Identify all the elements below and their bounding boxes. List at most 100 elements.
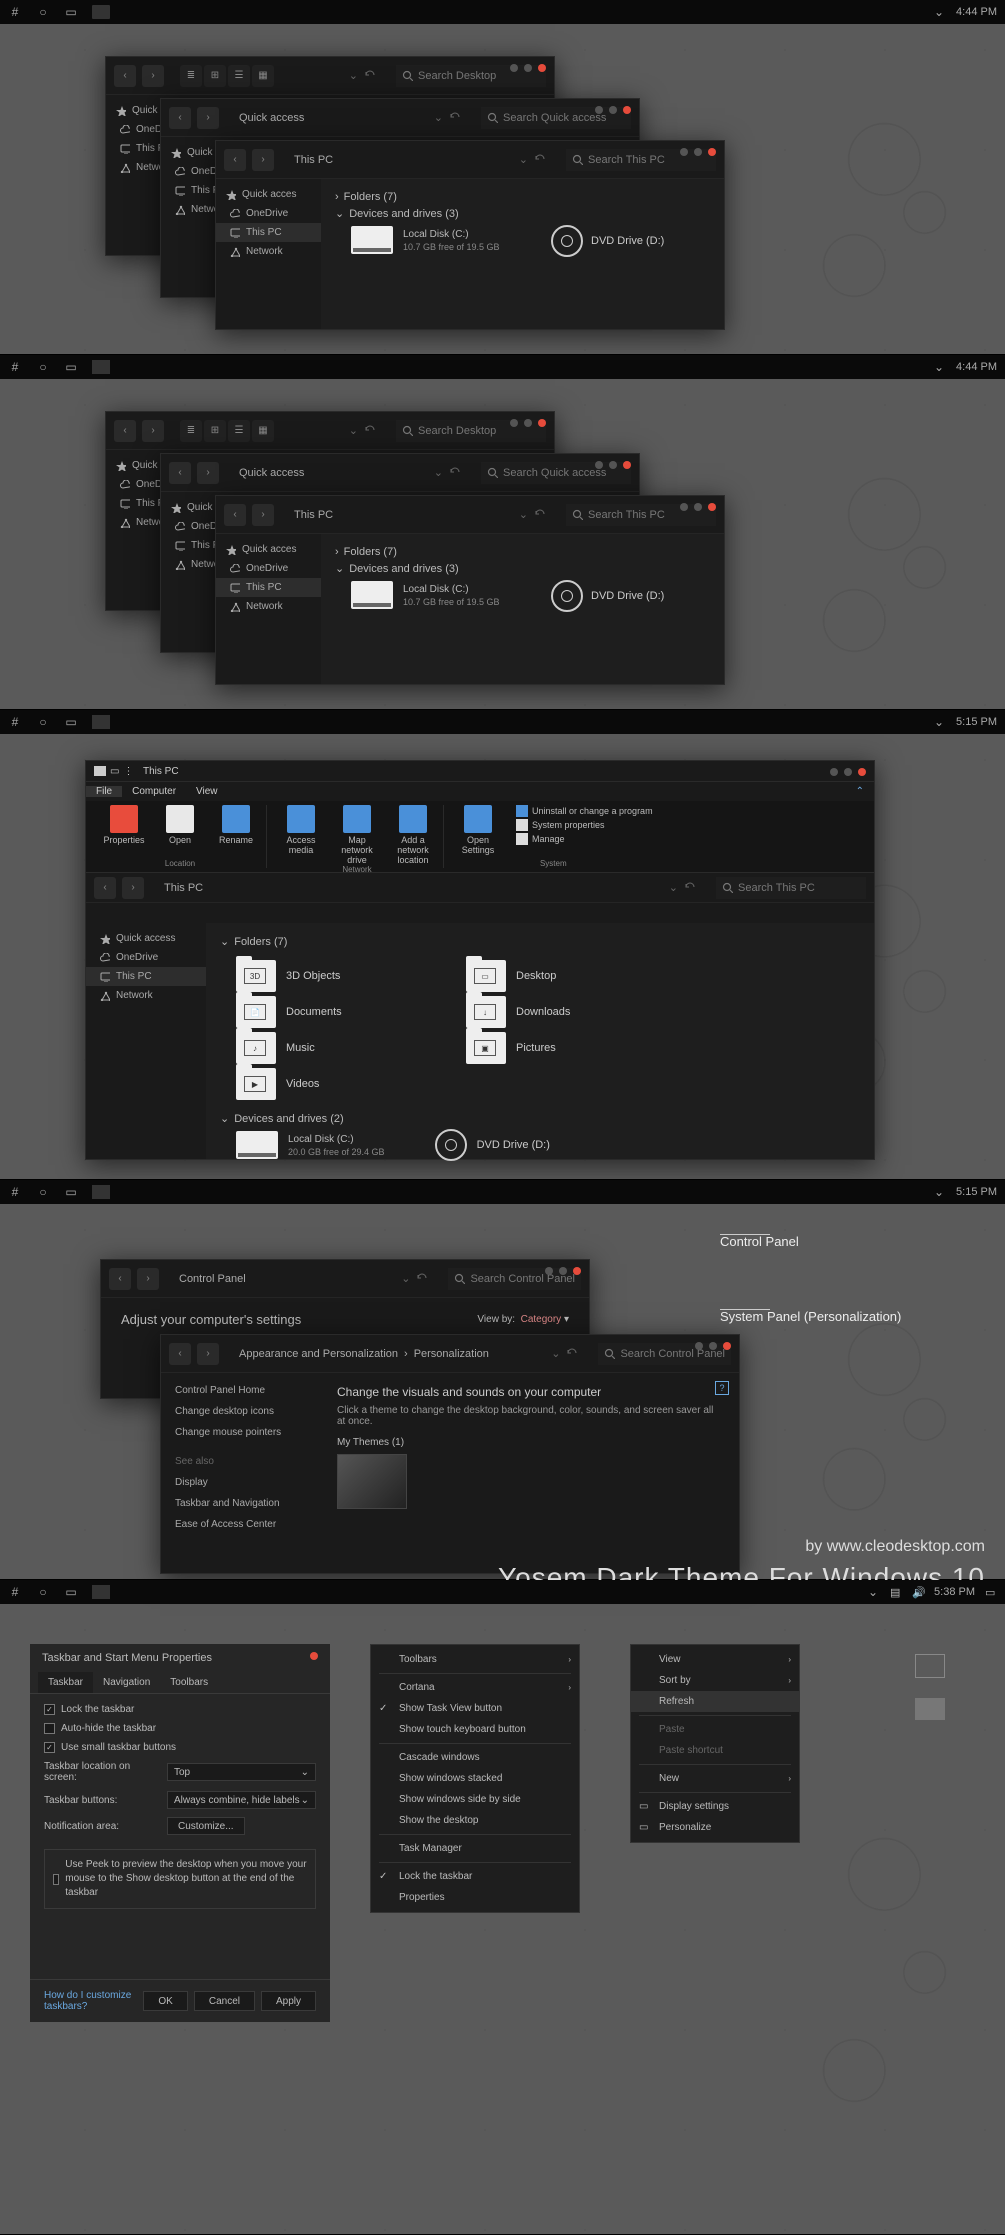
- ribbon-access-media[interactable]: Access media: [277, 805, 325, 865]
- back-button[interactable]: ‹: [169, 107, 191, 129]
- explorer-taskbar-icon[interactable]: [92, 1585, 110, 1599]
- breadcrumb[interactable]: This PC⌄: [156, 877, 704, 899]
- close-icon[interactable]: [623, 106, 631, 114]
- cortana-icon[interactable]: ○: [36, 1585, 50, 1599]
- ribbon-open[interactable]: Open: [156, 805, 204, 859]
- ribbon-rename[interactable]: Rename: [212, 805, 260, 859]
- cp-link[interactable]: Ease of Access Center: [175, 1519, 307, 1530]
- back-button[interactable]: ‹: [224, 149, 246, 171]
- view-tiles-icon[interactable]: ▦: [252, 65, 274, 87]
- cancel-button[interactable]: Cancel: [194, 1991, 255, 2011]
- search-input[interactable]: Search This PC: [716, 877, 866, 899]
- tab-toolbars[interactable]: Toolbars: [160, 1672, 218, 1693]
- folder-item[interactable]: ♪Music: [236, 1032, 426, 1064]
- cortana-icon[interactable]: ○: [36, 1185, 50, 1199]
- menu-item-sortby[interactable]: Sort by›: [631, 1670, 799, 1691]
- sidebar-item-onedrive[interactable]: OneDrive: [86, 948, 206, 967]
- forward-button[interactable]: ›: [197, 107, 219, 129]
- menu-item-taskview[interactable]: ✓Show Task View button: [371, 1698, 579, 1719]
- cp-link[interactable]: Change desktop icons: [175, 1406, 307, 1417]
- breadcrumb[interactable]: Appearance and Personalization › Persona…: [231, 1343, 586, 1365]
- theme-thumbnail[interactable]: [337, 1454, 407, 1509]
- devices-section[interactable]: ⌄ Devices and drives (2): [220, 1112, 860, 1125]
- folder-item[interactable]: 📄Documents: [236, 996, 426, 1028]
- view-grid-icon[interactable]: ⊞: [204, 65, 226, 87]
- clock[interactable]: 5:38 PM: [934, 1586, 975, 1598]
- forward-button[interactable]: ›: [142, 65, 164, 87]
- network-tray-icon[interactable]: ▤: [890, 1586, 902, 1598]
- back-button[interactable]: ‹: [109, 1268, 131, 1290]
- sidebar-item-thispc[interactable]: This PC: [216, 223, 321, 242]
- folders-section[interactable]: ⌄ Folders (7): [220, 935, 860, 948]
- close-icon[interactable]: [310, 1652, 318, 1660]
- taskview-icon[interactable]: ▭: [64, 715, 78, 729]
- start-icon[interactable]: #: [8, 360, 22, 374]
- apply-button[interactable]: Apply: [261, 1991, 316, 2011]
- forward-button[interactable]: ›: [197, 1343, 219, 1365]
- taskview-icon[interactable]: ▭: [64, 1185, 78, 1199]
- dropdown-buttons[interactable]: Always combine, hide labels⌄: [167, 1791, 316, 1809]
- tab-view[interactable]: View: [186, 786, 228, 797]
- view-list-icon[interactable]: ≣: [180, 65, 202, 87]
- close-icon[interactable]: [858, 768, 866, 776]
- close-icon[interactable]: [708, 148, 716, 156]
- chevron-down-icon[interactable]: ⌄: [932, 5, 946, 19]
- breadcrumb[interactable]: This PC⌄: [286, 149, 554, 171]
- menu-item-properties[interactable]: Properties: [371, 1887, 579, 1908]
- menu-item-showdesktop[interactable]: Show the desktop: [371, 1810, 579, 1831]
- back-button[interactable]: ‹: [94, 877, 116, 899]
- clock[interactable]: 4:44 PM: [956, 361, 997, 373]
- cp-link[interactable]: Display: [175, 1477, 307, 1488]
- clock[interactable]: 5:15 PM: [956, 1186, 997, 1198]
- sidebar-item-quickaccess[interactable]: Quick access: [86, 929, 206, 948]
- back-button[interactable]: ‹: [114, 65, 136, 87]
- sidebar-item-network[interactable]: Network: [216, 242, 321, 261]
- drive-item[interactable]: DVD Drive (D:): [435, 1129, 550, 1161]
- menu-item-sidebyside[interactable]: Show windows side by side: [371, 1789, 579, 1810]
- taskview-icon[interactable]: ▭: [64, 360, 78, 374]
- tab-taskbar[interactable]: Taskbar: [38, 1672, 93, 1693]
- menu-item-stacked[interactable]: Show windows stacked: [371, 1768, 579, 1789]
- tab-computer[interactable]: Computer: [122, 786, 186, 797]
- cortana-icon[interactable]: ○: [36, 5, 50, 19]
- menu-item-lock[interactable]: ✓Lock the taskbar: [371, 1866, 579, 1887]
- cortana-icon[interactable]: ○: [36, 360, 50, 374]
- view-details-icon[interactable]: ☰: [228, 65, 250, 87]
- menu-item-taskmanager[interactable]: Task Manager: [371, 1838, 579, 1859]
- ribbon-properties[interactable]: Properties: [100, 805, 148, 859]
- start-icon[interactable]: #: [8, 1185, 22, 1199]
- ribbon-sysprops[interactable]: System properties: [516, 819, 653, 831]
- desktop-icon-thispc[interactable]: [915, 1654, 945, 1678]
- checkbox-small-buttons[interactable]: ✓Use small taskbar buttons: [44, 1742, 316, 1753]
- taskview-icon[interactable]: ▭: [64, 5, 78, 19]
- ribbon-open-settings[interactable]: Open Settings: [454, 805, 502, 859]
- close-icon[interactable]: [573, 1267, 581, 1275]
- folder-item[interactable]: 3D3D Objects: [236, 960, 426, 992]
- devices-section[interactable]: ⌄ Devices and drives (3): [335, 207, 710, 220]
- start-icon[interactable]: #: [8, 5, 22, 19]
- menu-item-view[interactable]: View›: [631, 1649, 799, 1670]
- explorer-taskbar-icon[interactable]: [92, 715, 110, 729]
- menu-item-touchkb[interactable]: Show touch keyboard button: [371, 1719, 579, 1740]
- start-icon[interactable]: #: [8, 715, 22, 729]
- folder-item[interactable]: ▣Pictures: [466, 1032, 656, 1064]
- menu-item-toolbars[interactable]: Toolbars›: [371, 1649, 579, 1670]
- ribbon-add-location[interactable]: Add a network location: [389, 805, 437, 865]
- forward-button[interactable]: ›: [137, 1268, 159, 1290]
- ok-button[interactable]: OK: [143, 1991, 187, 2011]
- desktop-icon-folder[interactable]: [915, 1698, 945, 1720]
- help-icon[interactable]: ?: [715, 1381, 729, 1395]
- forward-button[interactable]: ›: [252, 149, 274, 171]
- explorer-taskbar-icon[interactable]: [92, 5, 110, 19]
- tab-navigation[interactable]: Navigation: [93, 1672, 160, 1693]
- menu-item-cascade[interactable]: Cascade windows: [371, 1747, 579, 1768]
- ribbon-uninstall[interactable]: Uninstall or change a program: [516, 805, 653, 817]
- maximize-icon[interactable]: [524, 64, 532, 72]
- forward-button[interactable]: ›: [122, 877, 144, 899]
- explorer-taskbar-icon[interactable]: [92, 1185, 110, 1199]
- sidebar-item-onedrive[interactable]: OneDrive: [216, 204, 321, 223]
- dropdown-location[interactable]: Top⌄: [167, 1763, 316, 1781]
- minimize-icon[interactable]: [510, 64, 518, 72]
- cp-link[interactable]: Taskbar and Navigation: [175, 1498, 307, 1509]
- quick-access-header[interactable]: Quick acces: [216, 185, 321, 204]
